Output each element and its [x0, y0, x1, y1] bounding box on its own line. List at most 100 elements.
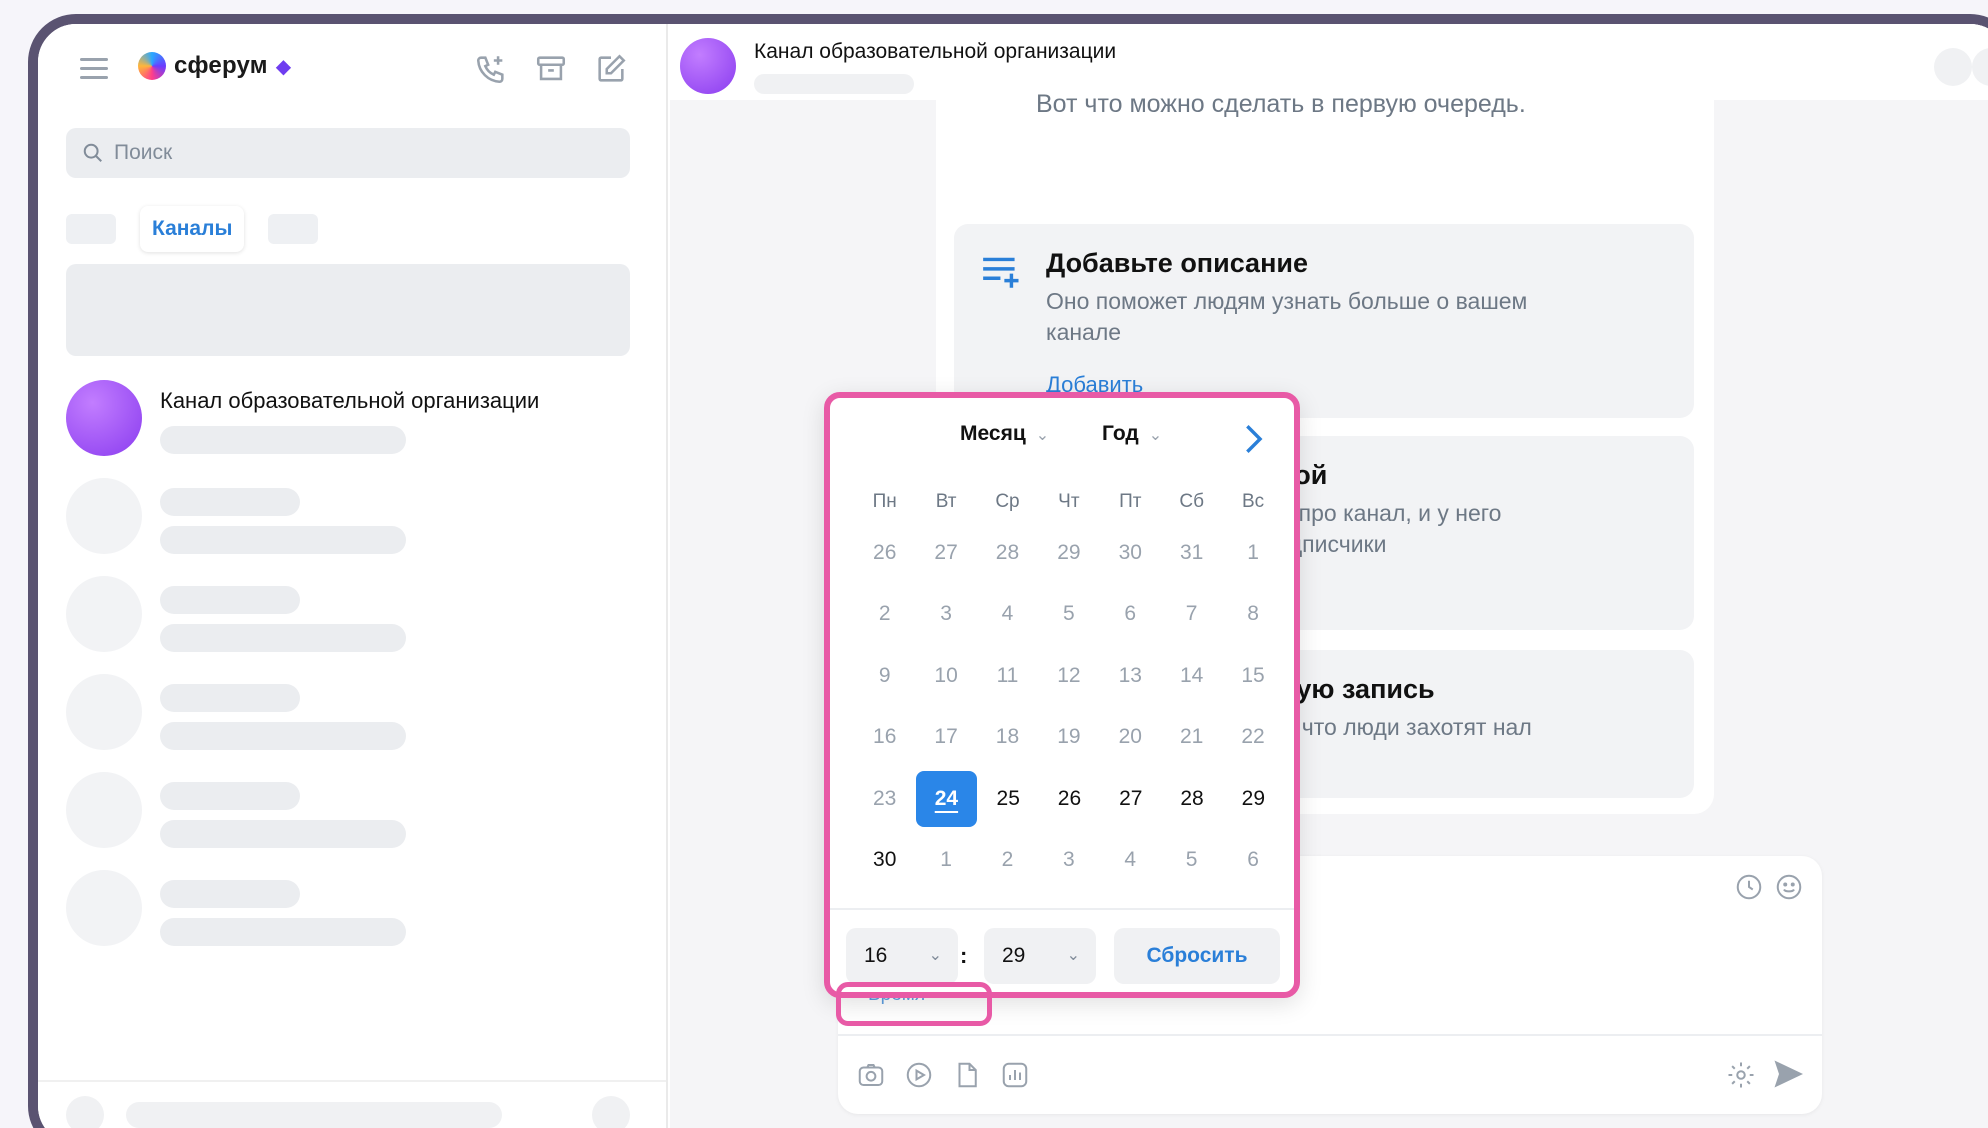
chat-item-placeholder[interactable] — [66, 674, 630, 754]
calendar-day[interactable]: 25 — [978, 787, 1039, 811]
header-action-placeholder[interactable] — [1934, 48, 1972, 86]
chat-item-placeholder[interactable] — [66, 870, 630, 950]
calendar-day[interactable]: 27 — [1100, 787, 1161, 811]
menu-icon[interactable] — [80, 58, 108, 80]
weekday-label: Ср — [995, 491, 1020, 512]
calendar-day[interactable]: 6 — [1100, 602, 1161, 626]
chevron-down-icon: ⌄ — [1066, 947, 1080, 964]
calendar-day[interactable]: 10 — [915, 664, 976, 688]
calendar-day[interactable]: 5 — [1161, 848, 1222, 872]
calendar-day[interactable]: 4 — [977, 602, 1038, 626]
calendar-day[interactable]: 8 — [1222, 602, 1283, 626]
calendar-day[interactable]: 5 — [1038, 602, 1099, 626]
tab-channels[interactable]: Каналы — [140, 206, 245, 252]
send-icon[interactable] — [1770, 1056, 1806, 1092]
calendar-day[interactable]: 29 — [1223, 787, 1284, 811]
text-placeholder — [160, 488, 300, 516]
chat-item-placeholder[interactable] — [66, 576, 630, 656]
settings-placeholder[interactable] — [592, 1096, 630, 1128]
minute-select[interactable]: 29 ⌄ — [984, 928, 1096, 984]
calendar-day-selected[interactable]: 24 — [915, 770, 978, 827]
next-month-icon[interactable] — [1242, 422, 1264, 456]
app-window: сферум ◆ Поиск Каналы Канал образователь… — [28, 14, 1988, 1128]
weekday-row: Пн Вт Ср Чт Пт Сб Вс — [854, 482, 1284, 522]
calendar-day[interactable]: 3 — [1038, 848, 1099, 872]
add-call-icon[interactable] — [474, 52, 508, 86]
video-icon[interactable] — [904, 1060, 934, 1090]
calendar-day[interactable]: 31 — [1161, 541, 1222, 565]
logo-mark-icon — [138, 52, 166, 80]
action-card-desc: ов, что люди захотят нал — [1264, 714, 1532, 740]
date-picker-divider — [830, 908, 1294, 910]
calendar-day[interactable]: 6 — [1222, 848, 1283, 872]
weekday-label: Сб — [1179, 491, 1204, 512]
schedule-icon[interactable] — [1734, 872, 1764, 902]
poll-icon[interactable] — [1000, 1060, 1030, 1090]
text-placeholder — [160, 918, 406, 946]
calendar-day[interactable]: 19 — [1038, 725, 1099, 749]
calendar-day[interactable]: 16 — [854, 725, 915, 749]
tab-placeholder[interactable] — [66, 214, 116, 244]
chat-item-placeholder[interactable] — [66, 772, 630, 852]
header-action-placeholder[interactable] — [1972, 48, 1988, 86]
year-select-label: Год — [1102, 422, 1139, 445]
hour-select[interactable]: 16 ⌄ — [846, 928, 958, 984]
calendar-day[interactable]: 9 — [854, 664, 915, 688]
channel-subtitle-placeholder — [754, 74, 914, 94]
calendar-grid: Пн Вт Ср Чт Пт Сб Вс 26 27 28 29 30 31 1 2 3 4 5 6 7 8 9 10 11 1… — [854, 482, 1284, 891]
gear-icon[interactable] — [1726, 1060, 1756, 1090]
month-select[interactable]: Месяц ⌄ — [960, 422, 1049, 446]
chat-item-placeholder[interactable] — [66, 478, 630, 558]
calendar-day[interactable]: 13 — [1100, 664, 1161, 688]
calendar-day[interactable]: 2 — [854, 602, 915, 626]
calendar-day[interactable]: 3 — [915, 602, 976, 626]
calendar-day[interactable]: 27 — [915, 541, 976, 565]
avatar — [66, 576, 142, 652]
composer-divider — [838, 1034, 1822, 1036]
month-select-label: Месяц — [960, 422, 1026, 445]
calendar-day[interactable]: 18 — [977, 725, 1038, 749]
calendar-day[interactable]: 17 — [915, 725, 976, 749]
week-row: 30 1 2 3 4 5 6 — [854, 830, 1284, 892]
calendar-day[interactable]: 1 — [1222, 541, 1283, 565]
calendar-day[interactable]: 30 — [854, 848, 915, 872]
emoji-icon[interactable] — [1774, 872, 1804, 902]
calendar-day[interactable]: 26 — [854, 541, 915, 565]
profile-avatar[interactable] — [66, 1096, 104, 1128]
chat-item-channel[interactable]: Канал образовательной организации — [66, 380, 630, 460]
compose-icon[interactable] — [594, 52, 628, 86]
archive-icon[interactable] — [534, 52, 568, 86]
chevron-down-icon: ⌄ — [1148, 427, 1163, 444]
calendar-day[interactable]: 28 — [1161, 787, 1222, 811]
calendar-day[interactable]: 1 — [915, 848, 976, 872]
calendar-day[interactable]: 20 — [1100, 725, 1161, 749]
calendar-day[interactable]: 23 — [854, 787, 915, 811]
action-card-desc: ям про канал, и у него подписчики — [1264, 500, 1502, 557]
calendar-day[interactable]: 7 — [1161, 602, 1222, 626]
calendar-day[interactable]: 15 — [1222, 664, 1283, 688]
reset-button[interactable]: Сбросить — [1114, 928, 1280, 984]
tab-placeholder[interactable] — [268, 214, 319, 244]
graduation-cap-icon: ◆ — [275, 55, 292, 78]
calendar-day[interactable]: 11 — [977, 664, 1038, 688]
document-icon[interactable] — [952, 1060, 982, 1090]
text-placeholder — [160, 722, 406, 750]
search-icon — [83, 143, 102, 162]
calendar-day[interactable]: 21 — [1161, 725, 1222, 749]
calendar-day[interactable]: 14 — [1161, 664, 1222, 688]
calendar-day[interactable]: 22 — [1222, 725, 1283, 749]
calendar-day[interactable]: 30 — [1100, 541, 1161, 565]
calendar-day[interactable]: 2 — [977, 848, 1038, 872]
intro-text: Вот что можно сделать в первую очередь. — [1036, 90, 1526, 118]
channel-title[interactable]: Канал образовательной организации — [754, 40, 1116, 64]
logo-text: сферум — [174, 52, 268, 79]
calendar-day[interactable]: 29 — [1038, 541, 1099, 565]
search-input[interactable]: Поиск — [66, 128, 630, 178]
calendar-day[interactable]: 12 — [1038, 664, 1099, 688]
calendar-day[interactable]: 4 — [1100, 848, 1161, 872]
calendar-day[interactable]: 28 — [977, 541, 1038, 565]
camera-icon[interactable] — [856, 1060, 886, 1090]
year-select[interactable]: Год ⌄ — [1102, 422, 1162, 446]
calendar-day[interactable]: 26 — [1039, 787, 1100, 811]
channel-avatar[interactable] — [680, 38, 736, 94]
